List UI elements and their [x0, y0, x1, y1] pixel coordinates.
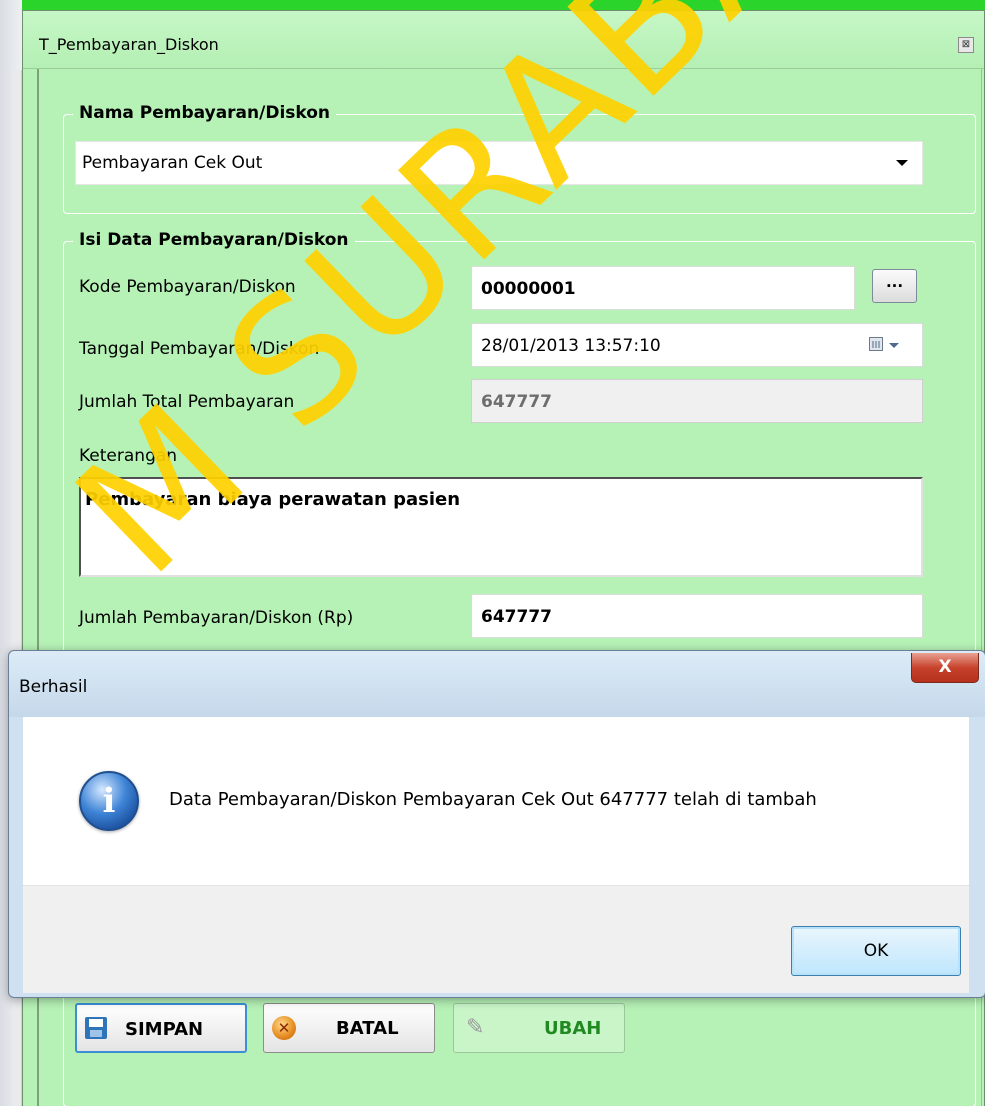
ubah-label: UBAH — [544, 1018, 602, 1039]
batal-label: BATAL — [336, 1018, 399, 1039]
group-isi-legend: Isi Data Pembayaran/Diskon — [73, 230, 355, 250]
lookup-button[interactable]: ... — [872, 269, 917, 303]
ok-button[interactable]: OK — [791, 926, 961, 976]
close-icon[interactable]: ⊠ — [958, 37, 974, 53]
payment-type-select[interactable]: Pembayaran Cek Out — [75, 141, 923, 185]
tanggal-value: 28/01/2013 13:57:10 — [481, 336, 661, 356]
total-label: Jumlah Total Pembayaran — [79, 392, 295, 412]
simpan-label: SIMPAN — [125, 1019, 204, 1040]
cancel-icon: ✕ — [272, 1016, 296, 1040]
dialog-titlebar: Berhasil X — [9, 651, 985, 717]
window-title: T_Pembayaran_Diskon — [39, 35, 219, 54]
total-input-readonly: 647777 — [471, 379, 923, 423]
jumlah-input[interactable]: 647777 — [471, 594, 923, 638]
window-titlebar: T_Pembayaran_Diskon ⊠ — [23, 11, 984, 69]
jumlah-label: Jumlah Pembayaran/Diskon (Rp) — [79, 608, 354, 628]
batal-button[interactable]: ✕ BATAL — [263, 1003, 435, 1053]
success-dialog: Berhasil X i Data Pembayaran/Diskon Pemb… — [8, 650, 985, 998]
ubah-button[interactable]: ✎ UBAH — [453, 1003, 625, 1053]
group-nama-legend: Nama Pembayaran/Diskon — [73, 103, 337, 123]
close-icon[interactable]: X — [911, 653, 979, 683]
info-icon: i — [79, 771, 139, 831]
payment-type-value: Pembayaran Cek Out — [82, 153, 263, 173]
keterangan-label: Keterangan — [79, 446, 178, 466]
chevron-down-icon[interactable] — [889, 343, 899, 348]
keterangan-textarea[interactable]: Pembayaran biaya perawatan pasien — [79, 477, 923, 577]
kode-input[interactable]: 00000001 — [471, 266, 855, 310]
simpan-button[interactable]: SIMPAN — [75, 1003, 247, 1053]
tanggal-datetime-picker[interactable]: 28/01/2013 13:57:10 — [471, 323, 923, 367]
floppy-icon — [85, 1017, 107, 1039]
pencil-icon: ✎ — [466, 1015, 485, 1040]
dialog-footer: OK — [23, 885, 969, 993]
dialog-message: Data Pembayaran/Diskon Pembayaran Cek Ou… — [169, 789, 817, 810]
dialog-title: Berhasil — [19, 677, 88, 697]
chevron-down-icon[interactable] — [896, 160, 908, 166]
dialog-body: i Data Pembayaran/Diskon Pembayaran Cek … — [23, 717, 969, 885]
tanggal-label: Tanggal Pembayaran/Diskon — [79, 339, 320, 359]
calendar-icon[interactable] — [869, 337, 883, 351]
kode-label: Kode Pembayaran/Diskon — [79, 277, 296, 297]
